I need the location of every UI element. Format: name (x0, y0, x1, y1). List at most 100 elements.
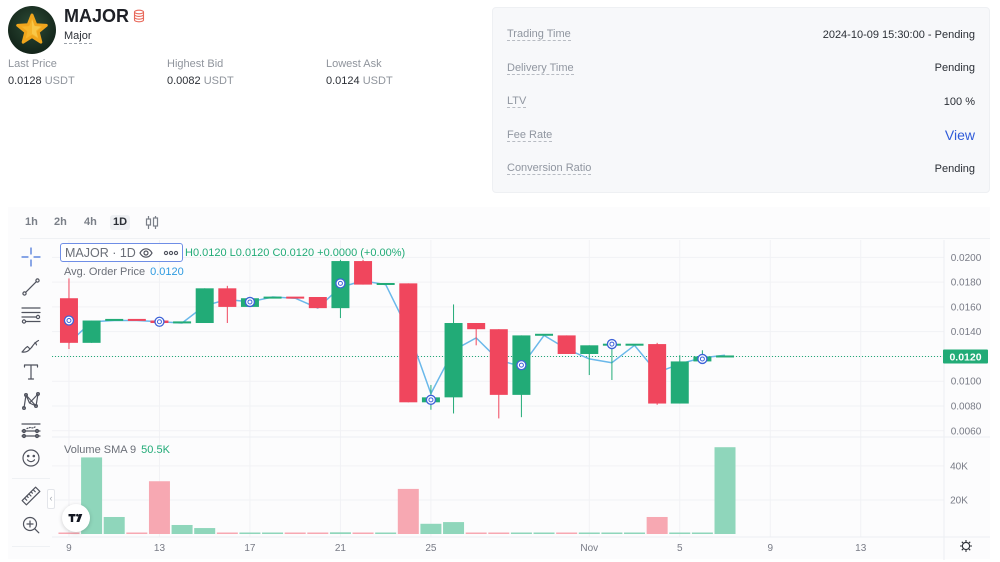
pattern-icon (21, 391, 41, 411)
prediction-icon (21, 423, 41, 439)
avg-order-price-legend: Avg. Order Price 0.0120 (64, 265, 184, 279)
time-tick-label: 5 (677, 543, 683, 554)
stat-number: 0.0124 (326, 75, 360, 87)
candle (716, 355, 735, 358)
info-label[interactable]: LTV (507, 95, 527, 109)
candle-body (670, 361, 689, 404)
trade-marker (63, 315, 75, 326)
star-logo-icon (16, 13, 48, 44)
trade-marker (335, 278, 346, 289)
tool-crosshair[interactable] (19, 245, 43, 269)
trade-marker-ring (697, 353, 708, 365)
interval-2h[interactable]: 2h (51, 215, 70, 230)
candle (648, 342, 667, 405)
trade-marker-ring (244, 296, 256, 308)
candle-series (59, 259, 735, 419)
volume-bar (307, 532, 329, 534)
settings-gear-icon[interactable] (959, 539, 973, 553)
candle (105, 318, 124, 321)
volume-bar (397, 488, 419, 534)
volume-bar (375, 532, 397, 534)
time-tick-label: 13 (855, 543, 867, 554)
chart-pane[interactable]: 0.0200 0.0180 0.0160 0.0140 0.0120 0.0100 0.00… (52, 240, 990, 560)
candle (59, 278, 78, 350)
info-value: 100 % (943, 95, 975, 108)
stat-value: 0.0128 USDT (8, 75, 75, 88)
info-label[interactable]: Fee Rate (507, 129, 553, 142)
trade-marker-ring (63, 315, 75, 326)
volume-bar (352, 532, 374, 534)
brush-icon (21, 339, 40, 353)
candle (535, 333, 554, 336)
tool-fib-retracement[interactable] (19, 303, 43, 327)
volume-bar (194, 528, 216, 534)
info-value: 2024-10-09 15:30:00 - Pending (822, 28, 975, 41)
tool-brush[interactable] (19, 333, 43, 357)
stat-last-price: Last Price 0.0128 USDT (8, 58, 75, 88)
candle-body (105, 318, 124, 321)
text-icon (23, 364, 39, 380)
collapse-toolbar-handle[interactable]: ‹ (47, 489, 55, 509)
emoji-icon (22, 449, 40, 467)
time-tick-label: 9 (66, 543, 72, 554)
info-label[interactable]: Conversion Ratio (507, 162, 592, 176)
trade-marker (425, 394, 437, 405)
fee-rate-view-link[interactable]: View (945, 127, 975, 143)
token-name[interactable]: Major (64, 30, 92, 44)
price-tick-label: 0.0060 (951, 426, 982, 437)
interval-4h[interactable]: 4h (81, 215, 100, 230)
stat-highest-bid: Highest Bid 0.0082 USDT (167, 58, 234, 88)
candles-icon[interactable] (144, 215, 160, 230)
volume-bar (443, 522, 465, 534)
candle-body (444, 323, 463, 398)
tool-prediction[interactable] (19, 418, 43, 442)
trade-marker-ring (516, 359, 527, 371)
volume-bar (103, 516, 125, 534)
fib-retracement-icon (21, 307, 41, 324)
volume-bar (239, 532, 261, 534)
tool-pattern[interactable] (19, 389, 43, 413)
avg-order-price-label: Avg. Order Price (64, 266, 146, 278)
candle (376, 282, 395, 285)
stat-number: 0.0082 (167, 75, 201, 87)
tradingview-logo[interactable] (62, 504, 90, 532)
eye-icon[interactable] (139, 246, 153, 260)
tool-emoji[interactable] (19, 446, 43, 470)
tradingview-icon (68, 513, 83, 522)
ruler-icon (21, 486, 41, 506)
ohlc-readout: H0.0120 L0.0120 C0.0120 +0.0000 (+0.00%) (185, 246, 405, 260)
interval-1d[interactable]: 1D (110, 215, 131, 230)
toolbar-divider (20, 238, 990, 239)
candle-body (263, 296, 282, 299)
volume-legend: Volume SMA 9 50.5K (64, 443, 170, 457)
more-options-icon[interactable] (163, 246, 179, 260)
volume-bar (691, 532, 713, 534)
volume-bar (646, 516, 668, 534)
stat-unit: USDT (44, 75, 75, 87)
tool-trend-line[interactable] (19, 275, 43, 299)
volume-tick-label: 40K (950, 461, 968, 472)
zoom-in-icon (22, 516, 40, 534)
info-label[interactable]: Trading Time (507, 28, 571, 42)
time-tick-label: 17 (244, 543, 256, 554)
candle-body (173, 321, 192, 324)
stat-value: 0.0124 USDT (326, 75, 393, 88)
candle-body (489, 329, 508, 395)
interval-1h[interactable]: 1h (22, 215, 41, 230)
tool-text[interactable] (19, 360, 43, 384)
tool-zoom-in[interactable] (19, 513, 43, 537)
info-label[interactable]: Delivery Time (507, 62, 574, 75)
volume-bar (510, 532, 532, 534)
price-line-series (68, 280, 726, 395)
symbol-legend[interactable]: MAJOR · 1D (60, 243, 183, 262)
tool-ruler[interactable] (19, 484, 43, 508)
volume-legend-value: 50.5K (141, 444, 170, 456)
candle-body (467, 323, 486, 330)
candle-body (376, 282, 395, 285)
legend-symbol: MAJOR · 1D (65, 246, 136, 260)
candle-body (82, 320, 101, 343)
volume-bar (488, 532, 510, 534)
trade-markers (63, 278, 708, 405)
candle-body (195, 288, 214, 324)
candle-body (625, 343, 644, 346)
